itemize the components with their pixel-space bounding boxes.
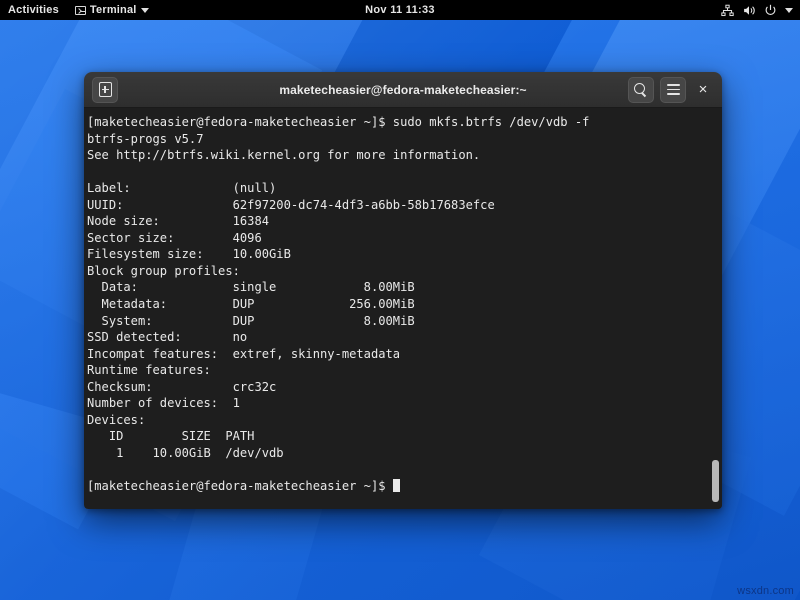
terminal-prompt-line: [maketecheasier@fedora-maketecheasier ~]… [87, 478, 722, 495]
terminal-line: Sector size: 4096 [87, 230, 722, 247]
search-icon [634, 83, 648, 97]
terminal-line: Devices: [87, 412, 722, 429]
network-icon[interactable] [721, 4, 734, 17]
terminal-line: Metadata: DUP 256.00MiB [87, 296, 722, 313]
terminal-line: System: DUP 8.00MiB [87, 313, 722, 330]
terminal-line: Node size: 16384 [87, 213, 722, 230]
terminal-line: Label: (null) [87, 180, 722, 197]
scrollbar-thumb[interactable] [712, 460, 719, 502]
new-tab-button[interactable] [92, 77, 118, 103]
terminal-body[interactable]: [maketecheasier@fedora-maketecheasier ~]… [84, 108, 722, 509]
terminal-line: Checksum: crc32c [87, 379, 722, 396]
terminal-cursor [393, 479, 400, 492]
volume-icon[interactable] [742, 4, 756, 17]
terminal-line [87, 461, 722, 478]
terminal-line: Runtime features: [87, 362, 722, 379]
chevron-down-icon[interactable] [785, 8, 793, 13]
terminal-line [87, 164, 722, 181]
terminal-line: Filesystem size: 10.00GiB [87, 246, 722, 263]
app-menu-terminal[interactable]: Terminal [69, 4, 155, 16]
close-button[interactable]: × [692, 79, 714, 101]
window-titlebar[interactable]: maketecheasier@fedora-maketecheasier:~ × [84, 72, 722, 108]
gnome-top-bar: Activities Terminal Nov 11 11:33 [0, 0, 800, 20]
app-menu-label: Terminal [90, 4, 137, 16]
terminal-line: Data: single 8.00MiB [87, 279, 722, 296]
search-button[interactable] [628, 77, 654, 103]
hamburger-menu-icon [667, 84, 680, 95]
terminal-line: [maketecheasier@fedora-maketecheasier ~]… [87, 114, 722, 131]
terminal-line: See http://btrfs.wiki.kernel.org for mor… [87, 147, 722, 164]
terminal-output: [maketecheasier@fedora-maketecheasier ~]… [84, 108, 722, 495]
chevron-down-icon [141, 8, 149, 13]
window-title: maketecheasier@fedora-maketecheasier:~ [84, 83, 722, 97]
terminal-line: UUID: 62f97200-dc74-4df3-a6bb-58b17683ef… [87, 197, 722, 214]
terminal-line: ID SIZE PATH [87, 428, 722, 445]
terminal-window: maketecheasier@fedora-maketecheasier:~ ×… [84, 72, 722, 509]
terminal-line: 1 10.00GiB /dev/vdb [87, 445, 722, 462]
power-icon[interactable] [764, 4, 777, 17]
terminal-prompt: [maketecheasier@fedora-maketecheasier ~]… [87, 479, 393, 493]
terminal-line: Incompat features: extref, skinny-metada… [87, 346, 722, 363]
terminal-scrollbar[interactable] [709, 108, 722, 509]
clock-label[interactable]: Nov 11 11:33 [365, 4, 435, 16]
terminal-line: btrfs-progs v5.7 [87, 131, 722, 148]
terminal-line: Number of devices: 1 [87, 395, 722, 412]
new-tab-icon [99, 82, 112, 97]
activities-button[interactable]: Activities [0, 4, 69, 16]
terminal-icon [75, 6, 86, 15]
titlebar-actions: × [628, 77, 714, 103]
system-tray [721, 4, 800, 17]
terminal-line: Block group profiles: [87, 263, 722, 280]
terminal-line: SSD detected: no [87, 329, 722, 346]
watermark: wsxdn.com [737, 585, 794, 597]
menu-button[interactable] [660, 77, 686, 103]
